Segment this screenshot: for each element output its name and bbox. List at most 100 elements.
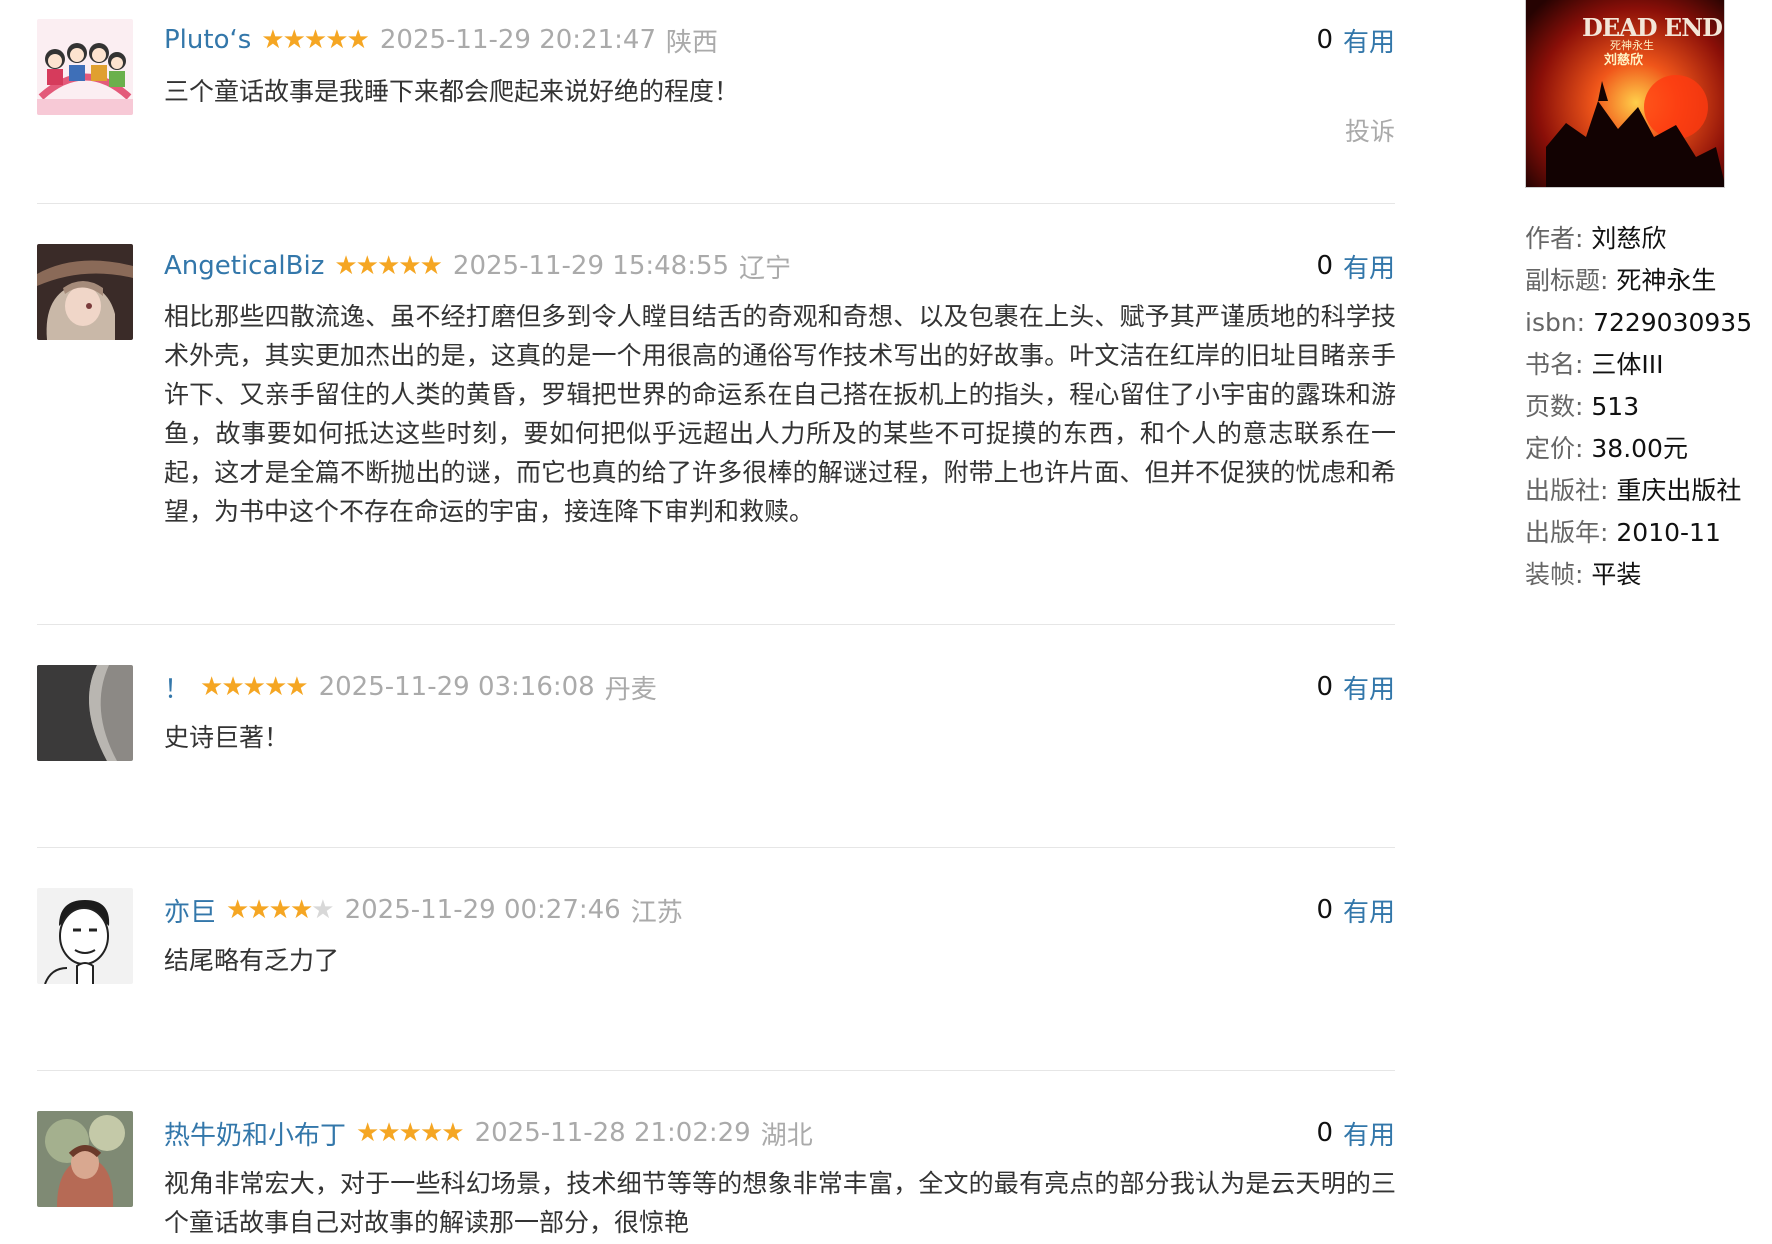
info-label: 出版年:	[1525, 518, 1609, 547]
review-location: 丹麦	[604, 674, 657, 705]
review-meta: AngeticalBiz ★ ★ ★ ★ ★ 2025-11-29 15:48:55 辽…	[164, 244, 791, 288]
star-icon: ★	[268, 895, 292, 925]
useful-button[interactable]: 有用	[1343, 22, 1395, 59]
useful-count: 0	[1316, 672, 1333, 702]
review-meta: Pluto‘s ★ ★ ★ ★ ★ 2025-11-29 20:21:47 陕西	[164, 18, 718, 62]
review-username[interactable]: AngeticalBiz	[164, 251, 324, 281]
info-publisher: 出版社: 重庆出版社	[1525, 470, 1752, 512]
review-content: 三个童话故事是我睡下来都会爬起来说好绝的程度！	[164, 77, 740, 106]
star-icon: ★	[419, 251, 443, 281]
star-icon: ★	[441, 1118, 464, 1148]
star-icon: ★	[311, 895, 334, 925]
info-label: isbn:	[1525, 308, 1586, 337]
info-value: 38.00元	[1591, 434, 1688, 463]
rating-stars: ★ ★ ★ ★ ★	[261, 25, 370, 55]
star-icon: ★	[398, 251, 421, 281]
star-icon: ★	[325, 25, 348, 55]
review-meta: 亦巨 ★ ★ ★ ★ ★ 2025-11-29 00:27:46 江苏	[164, 888, 683, 932]
review-meta: ！ ★ ★ ★ ★ ★ 2025-11-29 03:16:08 丹麦	[164, 665, 657, 709]
rating-stars: ★ ★ ★ ★ ★	[334, 251, 443, 281]
avatar[interactable]	[37, 1111, 133, 1207]
info-value: 2010-11	[1616, 518, 1721, 547]
review-username[interactable]: ！	[164, 669, 190, 706]
useful-vote: 0 有用	[1316, 1111, 1395, 1155]
info-label: 装帧:	[1525, 560, 1584, 589]
useful-vote: 0 有用	[1316, 665, 1395, 709]
review-time: 2025-11-28 21:02:29	[474, 1118, 751, 1148]
useful-button[interactable]: 有用	[1343, 1115, 1395, 1152]
review-time: 2025-11-29 03:16:08	[318, 672, 595, 702]
useful-vote: 0 有用	[1316, 18, 1395, 62]
info-label: 作者:	[1525, 224, 1584, 253]
useful-count: 0	[1316, 251, 1333, 281]
star-icon: ★	[200, 672, 223, 702]
useful-count: 0	[1316, 25, 1333, 55]
review-item: 亦巨 ★ ★ ★ ★ ★ 2025-11-29 00:27:46 江苏 0 有用 结尾略…	[37, 848, 1395, 1071]
info-value: 刘慈欣	[1591, 224, 1667, 253]
avatar[interactable]	[37, 244, 133, 340]
info-value: 死神永生	[1616, 266, 1717, 295]
page: Pluto‘s ★ ★ ★ ★ ★ 2025-11-29 20:21:47 陕西 0 有…	[0, 0, 1772, 1240]
avatar[interactable]	[37, 665, 133, 761]
star-icon: ★	[303, 25, 327, 55]
star-icon: ★	[355, 251, 379, 281]
info-binding: 装帧: 平装	[1525, 554, 1752, 596]
info-value: 重庆出版社	[1616, 476, 1742, 505]
review-username[interactable]: 热牛奶和小布丁	[164, 1115, 346, 1152]
useful-count: 0	[1316, 1118, 1333, 1148]
useful-vote: 0 有用	[1316, 244, 1395, 288]
useful-button[interactable]: 有用	[1343, 248, 1395, 285]
rating-stars: ★ ★ ★ ★ ★	[226, 895, 335, 925]
info-author: 作者: 刘慈欣	[1525, 218, 1752, 260]
useful-button[interactable]: 有用	[1343, 669, 1395, 706]
star-icon: ★	[398, 1118, 422, 1148]
useful-button[interactable]: 有用	[1343, 892, 1395, 929]
info-isbn: isbn: 7229030935	[1525, 302, 1752, 344]
star-icon: ★	[346, 25, 370, 55]
review-location: 辽宁	[739, 253, 792, 284]
star-icon: ★	[377, 1118, 400, 1148]
review-content: 结尾略有乏力了	[164, 946, 340, 975]
useful-vote: 0 有用	[1316, 888, 1395, 932]
review-username[interactable]: 亦巨	[164, 892, 216, 929]
rating-stars: ★ ★ ★ ★ ★	[200, 672, 309, 702]
info-label: 出版社:	[1525, 476, 1609, 505]
info-label: 书名:	[1525, 350, 1584, 379]
report-link[interactable]: 投诉	[1345, 112, 1395, 148]
book-cover[interactable]: DEAD END 死神永生 刘慈欣	[1525, 0, 1725, 188]
review-time: 2025-11-29 20:21:47	[379, 25, 656, 55]
review-item: AngeticalBiz ★ ★ ★ ★ ★ 2025-11-29 15:48:55 辽…	[37, 204, 1396, 625]
star-icon: ★	[263, 672, 287, 702]
review-location: 江苏	[630, 897, 683, 928]
info-label: 副标题:	[1525, 266, 1609, 295]
star-icon: ★	[356, 1118, 379, 1148]
rating-stars: ★ ★ ★ ★ ★	[356, 1118, 465, 1148]
star-icon: ★	[247, 895, 270, 925]
review-item: Pluto‘s ★ ★ ★ ★ ★ 2025-11-29 20:21:47 陕西 0 有…	[37, 0, 1395, 204]
review-location: 湖北	[760, 1120, 813, 1151]
info-subtitle: 副标题: 死神永生	[1525, 260, 1752, 302]
info-label: 定价:	[1525, 434, 1584, 463]
star-icon: ★	[376, 251, 400, 281]
star-icon: ★	[285, 672, 308, 702]
star-icon: ★	[334, 251, 357, 281]
info-pages: 页数: 513	[1525, 386, 1752, 428]
review-list: Pluto‘s ★ ★ ★ ★ ★ 2025-11-29 20:21:47 陕西 0 有…	[37, 0, 1396, 1244]
info-pub-year: 出版年: 2010-11	[1525, 512, 1752, 554]
info-price: 定价: 38.00元	[1525, 428, 1752, 470]
star-icon: ★	[261, 25, 284, 55]
star-icon: ★	[289, 895, 313, 925]
review-username[interactable]: Pluto‘s	[164, 25, 251, 55]
info-title: 书名: 三体III	[1525, 344, 1752, 386]
review-location: 陕西	[666, 27, 719, 58]
info-value: 513	[1591, 392, 1640, 421]
useful-count: 0	[1316, 895, 1333, 925]
info-value: 平装	[1591, 560, 1642, 589]
avatar[interactable]	[37, 888, 133, 984]
review-time: 2025-11-29 00:27:46	[344, 895, 621, 925]
star-icon: ★	[242, 672, 266, 702]
star-icon: ★	[419, 1118, 443, 1148]
avatar[interactable]	[37, 19, 133, 115]
review-time: 2025-11-29 15:48:55	[452, 251, 730, 281]
review-content: 相比那些四散流逸、虽不经打磨但多到令人瞠目结舌的奇观和奇想、以及包裹在上头、赋予…	[164, 302, 1396, 526]
